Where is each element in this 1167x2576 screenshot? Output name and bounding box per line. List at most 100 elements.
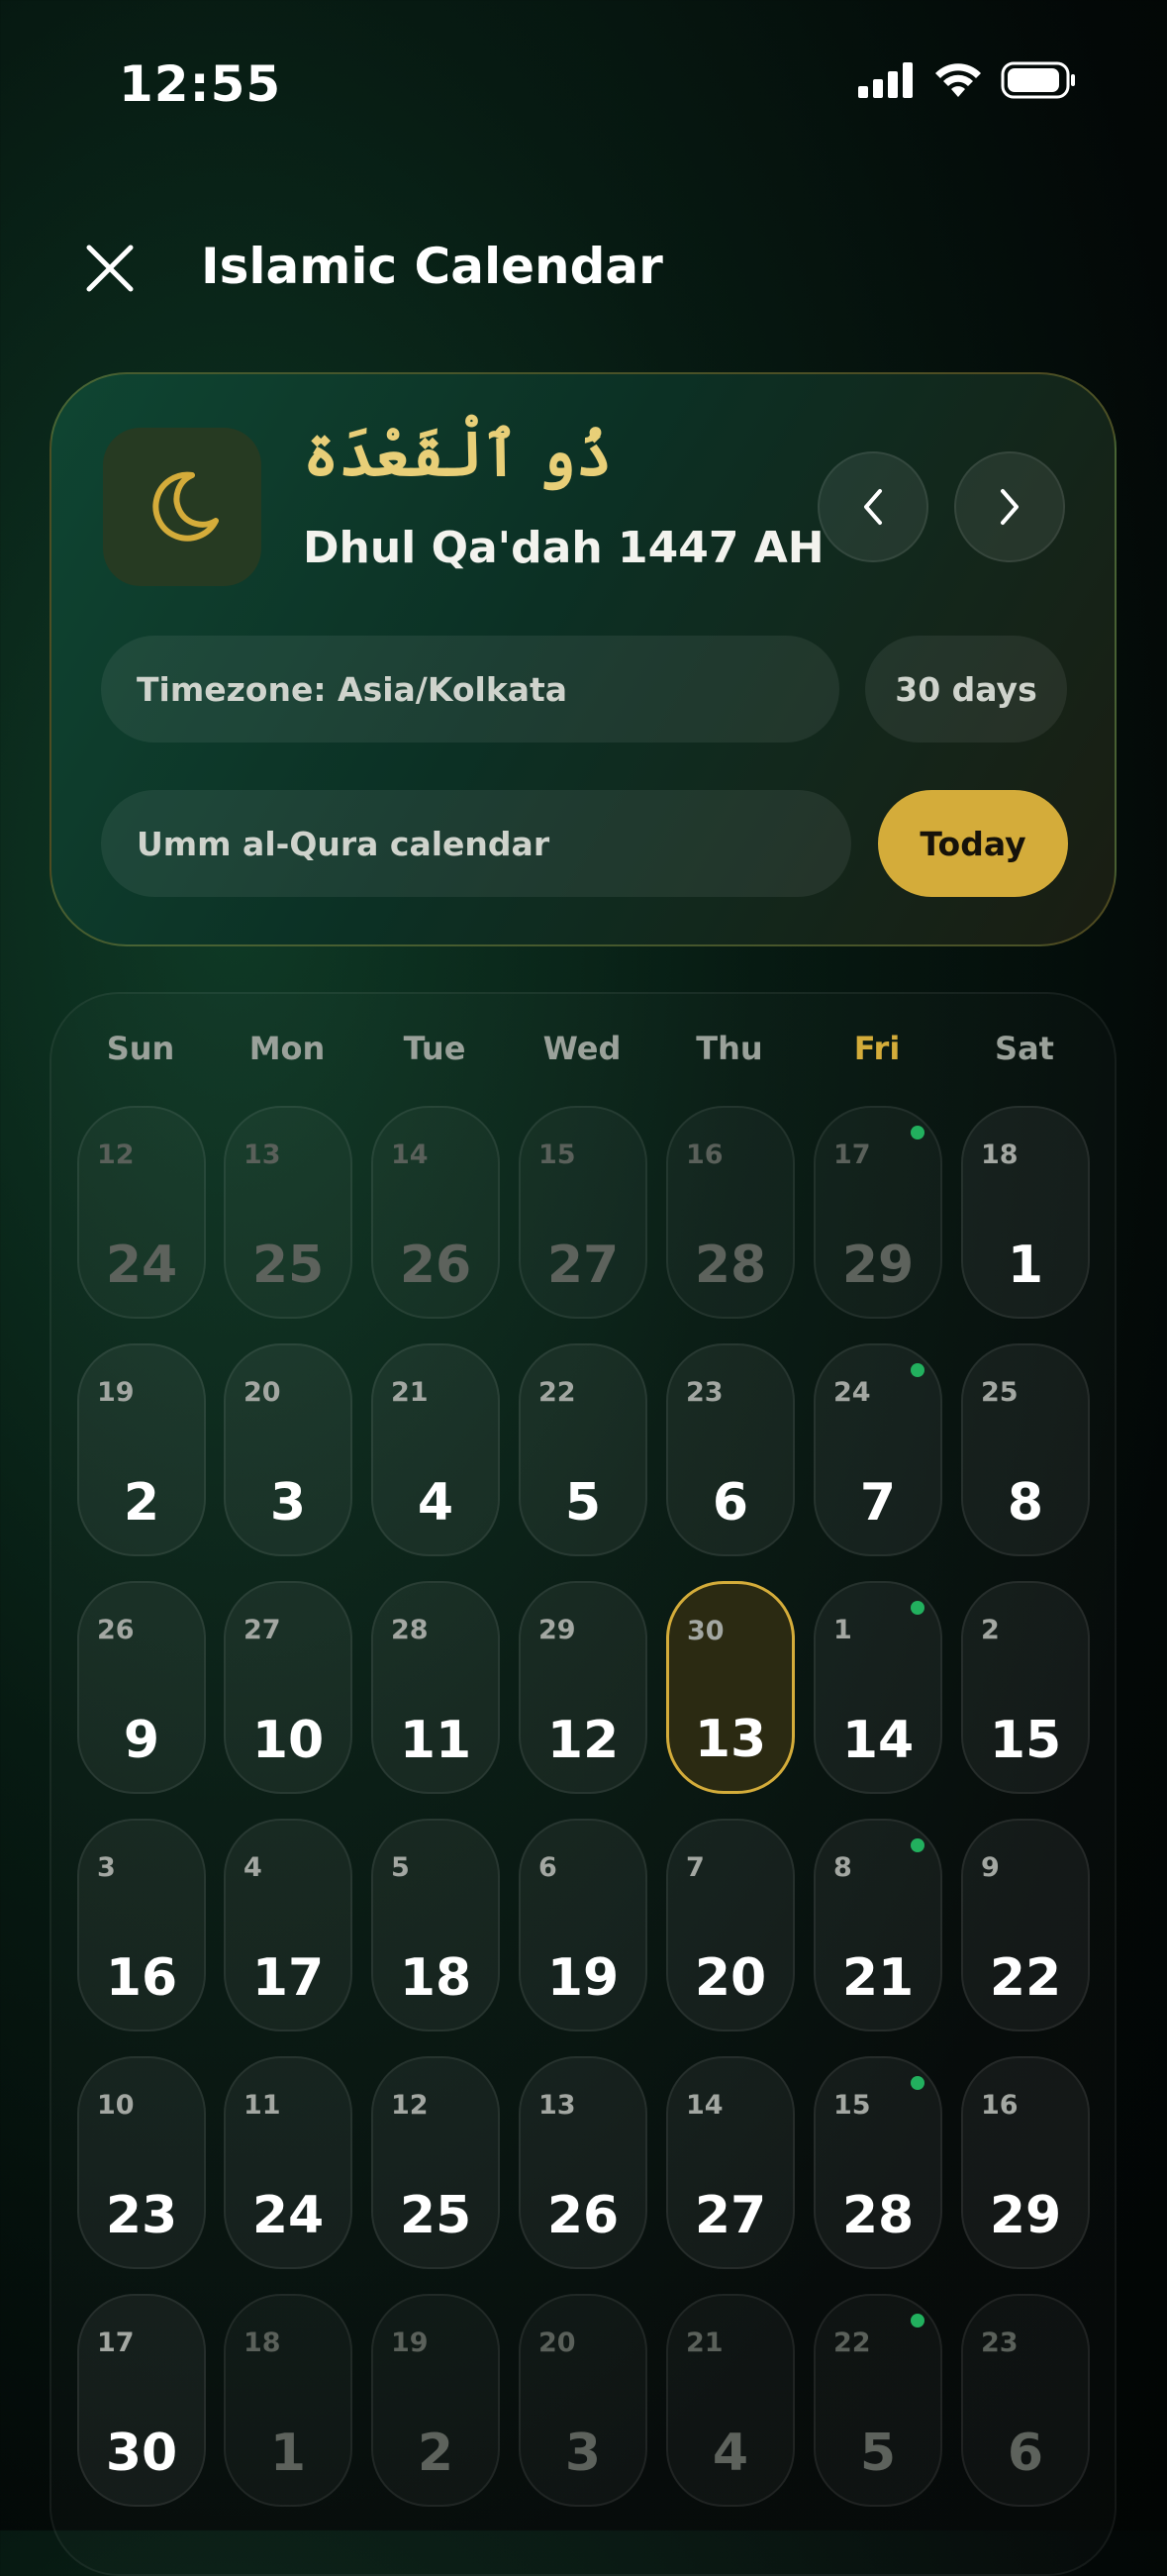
day-cell[interactable]: 18 1 [961,1106,1090,1319]
gregorian-date: 10 [97,2090,135,2121]
day-cell[interactable]: 13 26 [519,2056,647,2269]
friday-indicator-dot [911,1126,924,1139]
hijri-date: 29 [989,2186,1062,2245]
day-cell[interactable]: 13 25 [224,1106,352,1319]
day-cell[interactable]: 7 20 [666,1819,795,2031]
day-cell[interactable]: 14 27 [666,2056,795,2269]
day-cell[interactable]: 22 5 [519,1343,647,1556]
friday-indicator-dot [911,2314,924,2328]
day-cell[interactable]: 28 11 [371,1581,500,1794]
hijri-date: 1 [1007,1236,1044,1295]
page-title: Islamic Calendar [201,238,663,295]
moon-badge [103,428,261,586]
day-cell[interactable]: 21 4 [371,1343,500,1556]
day-cell[interactable]: 21 4 [666,2294,795,2507]
day-cell[interactable]: 24 7 [814,1343,942,1556]
day-cell[interactable]: 5 18 [371,1819,500,2031]
gregorian-date: 20 [538,2328,576,2358]
day-cell[interactable]: 3 16 [77,1819,206,2031]
day-cell[interactable]: 18 1 [224,2294,352,2507]
day-cell[interactable]: 14 26 [371,1106,500,1319]
gregorian-date: 21 [391,1377,429,1408]
day-cell[interactable]: 10 23 [77,2056,206,2269]
day-cell[interactable]: 15 27 [519,1106,647,1319]
day-cell[interactable]: 15 28 [814,2056,942,2269]
gregorian-date: 24 [833,1377,871,1408]
hijri-date: 14 [841,1711,915,1770]
timezone-pill: Timezone: Asia/Kolkata [101,636,839,743]
gregorian-date: 15 [833,2090,871,2121]
friday-indicator-dot [911,1838,924,1852]
hijri-date: 4 [417,1473,454,1533]
hijri-date: 11 [399,1711,472,1770]
today-button[interactable]: Today [878,790,1068,897]
day-cell[interactable]: 8 21 [814,1819,942,2031]
gregorian-date: 30 [687,1616,725,1646]
gregorian-date: 15 [538,1139,576,1170]
weekday-fri: Fri [853,1030,901,1067]
gregorian-date: 21 [686,2328,724,2358]
previous-month-button[interactable] [818,451,928,562]
day-cell[interactable]: 2 15 [961,1581,1090,1794]
day-cell[interactable]: 4 17 [224,1819,352,2031]
hijri-date: 27 [546,1236,620,1295]
gregorian-date: 22 [538,1377,576,1408]
day-cell[interactable]: 12 25 [371,2056,500,2269]
day-cell[interactable]: 26 9 [77,1581,206,1794]
day-cell[interactable]: 6 19 [519,1819,647,2031]
day-cell[interactable]: 1 14 [814,1581,942,1794]
hijri-date: 10 [251,1711,325,1770]
hijri-date: 6 [1007,2424,1044,2483]
gregorian-date: 23 [981,2328,1019,2358]
gregorian-date: 18 [243,2328,281,2358]
chevron-right-icon [1001,489,1019,525]
month-arabic-name: ذُو ٱلْقَعْدَة [303,418,613,490]
hijri-date: 7 [859,1473,897,1533]
gregorian-date: 29 [538,1615,576,1645]
hijri-date: 20 [694,1948,767,2008]
day-cell[interactable]: 23 6 [666,1343,795,1556]
hijri-date: 25 [399,2186,472,2245]
gregorian-date: 9 [981,1852,1000,1883]
day-cell[interactable]: 23 6 [961,2294,1090,2507]
day-cell[interactable]: 11 24 [224,2056,352,2269]
day-cell[interactable]: 12 24 [77,1106,206,1319]
day-cell[interactable]: 20 3 [224,1343,352,1556]
chevron-left-icon [864,489,882,525]
month-english-name: Dhul Qa'dah 1447 AH [303,523,825,573]
day-cell[interactable]: 17 30 [77,2294,206,2507]
status-bar: 12:55 [0,0,1167,158]
day-cell[interactable]: 19 2 [371,2294,500,2507]
signal-icon [858,62,913,98]
close-icon[interactable] [83,242,137,295]
day-cell[interactable]: 22 5 [814,2294,942,2507]
gregorian-date: 17 [97,2328,135,2358]
hijri-date: 27 [694,2186,767,2245]
day-cell[interactable]: 27 10 [224,1581,352,1794]
gregorian-date: 3 [97,1852,116,1883]
day-cell[interactable]: 16 29 [961,2056,1090,2269]
hijri-date: 23 [105,2186,178,2245]
weekday-wed: Wed [542,1030,622,1067]
next-month-button[interactable] [954,451,1065,562]
calendar-type-label: Umm al-Qura calendar [137,824,550,863]
hijri-date: 8 [1007,1473,1044,1533]
hijri-date: 21 [841,1948,915,2008]
hijri-date: 15 [989,1711,1062,1770]
gregorian-date: 13 [538,2090,576,2121]
day-cell[interactable]: 17 29 [814,1106,942,1319]
wifi-icon [935,63,981,97]
month-card: ذُو ٱلْقَعْدَة Dhul Qa'dah 1447 AH Timez… [49,372,1117,946]
gregorian-date: 19 [391,2328,429,2358]
hijri-date: 1 [269,2424,307,2483]
day-cell[interactable]: 9 22 [961,1819,1090,2031]
day-cell-today[interactable]: 30 13 [666,1581,795,1794]
hijri-date: 28 [694,1236,767,1295]
hijri-date: 28 [841,2186,915,2245]
day-cell[interactable]: 29 12 [519,1581,647,1794]
day-cell[interactable]: 25 8 [961,1343,1090,1556]
day-cell[interactable]: 16 28 [666,1106,795,1319]
day-cell[interactable]: 20 3 [519,2294,647,2507]
day-cell[interactable]: 19 2 [77,1343,206,1556]
gregorian-date: 18 [981,1139,1019,1170]
